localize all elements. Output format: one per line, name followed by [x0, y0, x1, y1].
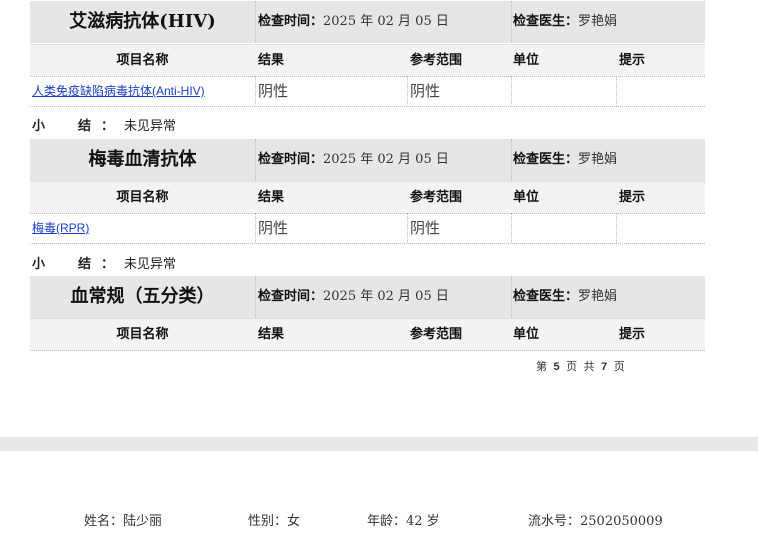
col-range: 参考范围	[410, 53, 463, 68]
report-page: 艾滋病抗体(HIV) 检查时间：2025 年 02 月 05 日 检查医生：罗艳…	[0, 0, 758, 438]
range-value: 阴性	[410, 219, 441, 237]
summary-syphilis: 小 结：未见异常	[32, 257, 177, 272]
doctor: 检查医生：罗艳娟	[513, 152, 618, 167]
col-hint: 提示	[619, 327, 646, 342]
check-time: 检查时间：2025 年 02 月 05 日	[258, 152, 449, 167]
section-title: 梅毒血清抗体	[88, 149, 197, 170]
col-unit: 单位	[513, 190, 540, 205]
col-unit: 单位	[513, 53, 540, 68]
table-row: 人类免疫缺陷病毒抗体(Anti-HIV) 阴性 阴性	[30, 76, 705, 107]
col-hint: 提示	[619, 190, 646, 205]
section-title: 血常规（五分类）	[70, 286, 215, 307]
col-name: 项目名称	[116, 327, 169, 342]
doctor: 检查医生：罗艳娟	[513, 14, 618, 29]
current-page: 5	[553, 361, 560, 373]
col-hint: 提示	[619, 53, 646, 68]
summary-hiv: 小 结：未见异常	[32, 119, 177, 134]
check-time: 检查时间：2025 年 02 月 05 日	[258, 289, 449, 304]
column-header-row: 项目名称 结果 参考范围 单位 提示	[30, 44, 705, 77]
item-link-anti-hiv[interactable]: 人类免疫缺陷病毒抗体(Anti-HIV)	[32, 76, 205, 106]
col-result: 结果	[258, 327, 285, 342]
check-time: 检查时间：2025 年 02 月 05 日	[258, 14, 449, 29]
result-value: 阴性	[258, 82, 289, 100]
section-title: 艾滋病抗体(HIV)	[69, 11, 216, 32]
page-separator	[0, 437, 758, 451]
section-header: 梅毒血清抗体 检查时间：2025 年 02 月 05 日 检查医生：罗艳娟	[30, 139, 705, 181]
col-result: 结果	[258, 53, 285, 68]
page-indicator: 第 5 页 共 7 页	[536, 360, 625, 373]
col-name: 项目名称	[116, 53, 169, 68]
doctor: 检查医生：罗艳娟	[513, 289, 618, 304]
serial-number: 流水号：2502050009	[528, 514, 663, 529]
col-unit: 单位	[513, 327, 540, 342]
col-result: 结果	[258, 190, 285, 205]
section-header: 艾滋病抗体(HIV) 检查时间：2025 年 02 月 05 日 检查医生：罗艳…	[30, 1, 705, 43]
col-name: 项目名称	[116, 190, 169, 205]
patient-age: 年龄：42 岁	[367, 514, 440, 529]
patient-gender: 性别：女	[248, 514, 301, 529]
col-range: 参考范围	[410, 190, 463, 205]
total-pages: 7	[601, 361, 608, 373]
section-header: 血常规（五分类） 检查时间：2025 年 02 月 05 日 检查医生：罗艳娟	[30, 276, 705, 318]
column-header-row: 项目名称 结果 参考范围 单位 提示	[30, 181, 705, 214]
patient-name: 姓名：陆少丽	[84, 514, 163, 529]
result-value: 阴性	[258, 219, 289, 237]
col-range: 参考范围	[410, 327, 463, 342]
column-header-row: 项目名称 结果 参考范围 单位 提示	[30, 318, 705, 351]
range-value: 阴性	[410, 82, 441, 100]
table-row: 梅毒(RPR) 阴性 阴性	[30, 213, 705, 244]
item-link-rpr[interactable]: 梅毒(RPR)	[32, 213, 89, 243]
